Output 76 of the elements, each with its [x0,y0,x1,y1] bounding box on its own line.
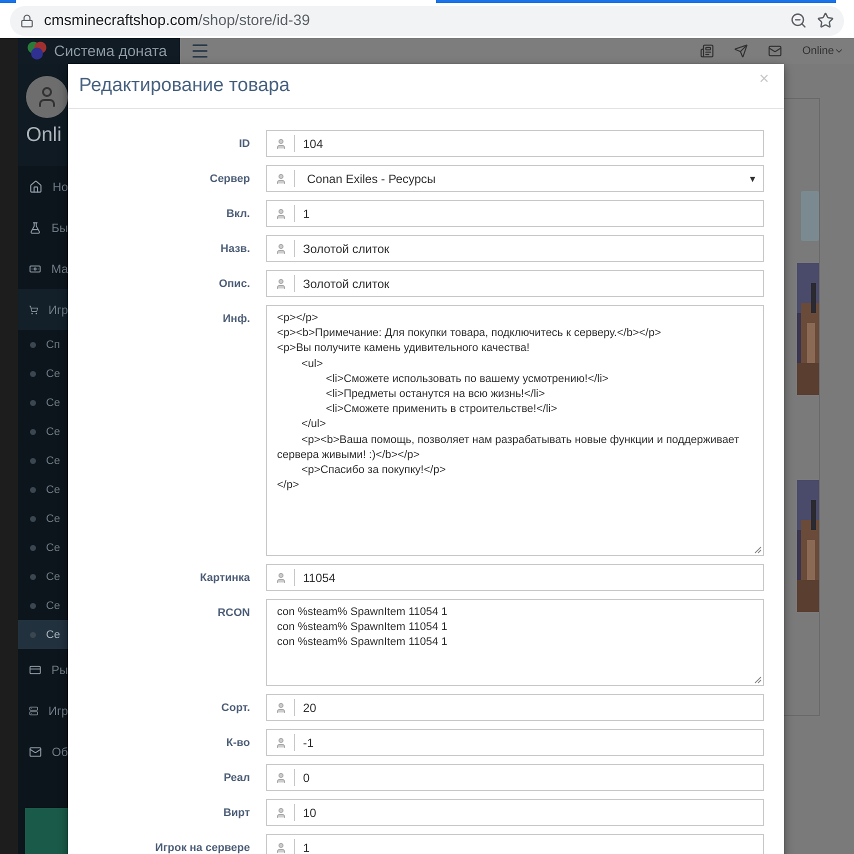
resize-grip-icon[interactable] [754,546,762,554]
field-label: Инф. [222,312,250,327]
user-icon [274,736,286,748]
brand-title: Система доната [54,42,168,60]
sidebar-subitem[interactable]: Се [18,475,68,504]
sidebar-subitem[interactable]: Се [18,533,68,562]
input-field[interactable]: 10 [266,799,764,826]
user-icon [274,172,286,184]
avatar [26,76,68,118]
input-field[interactable]: -1 [266,729,764,756]
input-field[interactable]: Золотой слиток [266,235,764,262]
sidebar-item[interactable]: Но [18,166,68,207]
field-label: К-во [225,736,250,751]
input-field[interactable]: 1 [266,200,764,227]
sidebar-subitem[interactable]: Се [18,388,68,417]
info-box [801,191,819,241]
sidebar-item[interactable]: Ры [18,649,68,690]
field-label: Опис. [218,277,250,292]
sidebar-subitem[interactable]: Се [18,620,68,649]
field-label: Сервер [208,172,250,187]
bookmark-star-icon[interactable] [817,12,834,29]
sidebar-subitem[interactable]: Се [18,591,68,620]
input-field[interactable]: 20 [266,694,764,721]
sidebar-item[interactable]: Игр [18,690,68,731]
news-icon[interactable] [700,44,714,58]
flask-icon [29,220,42,234]
user-name: Onli [26,124,63,147]
select-field[interactable]: Conan Exiles - Ресурсы ▼ [266,165,764,192]
user-icon [274,138,286,150]
zoom-out-icon[interactable] [790,12,807,29]
resize-grip-icon[interactable] [754,676,762,684]
field-label: Игрок на сервере [154,841,250,854]
input-field[interactable]: 0 [266,764,764,791]
logo-icon [26,40,48,62]
field-label: Вкл. [225,207,250,222]
sidebar-subitem[interactable]: Се [18,359,68,388]
field-label: Картинка [199,571,250,586]
user-icon [274,572,286,584]
field-label: RCON [216,606,250,621]
sidebar-subitem[interactable]: Се [18,446,68,475]
field-label: Назв. [220,242,250,257]
sidebar-item[interactable]: Об [18,731,68,772]
mail-icon[interactable] [768,44,782,58]
sidebar-subitem[interactable]: Се [18,562,68,591]
field-label: ID [238,137,250,152]
input-field[interactable]: 104 [266,130,764,157]
sidebar-item[interactable]: Ма [18,248,68,289]
text-area[interactable]: con %steam% SpawnItem 11054 1 con %steam% SpawnItem 11054 1 con %steam% SpawnItem 11054 1 [266,599,764,686]
sidebar-item[interactable]: Игр [18,289,68,330]
user-icon [274,702,286,714]
sidebar-subitem[interactable]: Се [18,417,68,446]
server-icon [29,704,38,718]
input-field[interactable]: 11054 [266,564,764,591]
dropdown-arrow: ▼ [748,174,757,184]
field-label: Сорт. [220,701,250,716]
user-icon [274,278,286,290]
dialog-title: Редактирование товара [79,75,290,97]
input-field[interactable]: Золотой слиток [266,270,764,297]
sidebar-subitem[interactable]: Сп [18,330,68,359]
home-icon [29,180,43,194]
user-icon [274,208,286,220]
sidebar-item[interactable]: Бы [18,207,68,248]
user-icon [274,772,286,784]
mail-icon [29,744,42,758]
field-label: Вирт [222,806,250,821]
text-area[interactable]: <p></p> <p><b>Примечание: Для покупки товара, подключитесь к серверу.</b></p> <p>Вы получите камень удивительного качества! <ul> <li>Сможете использовать по вашему усмотрению!</li> <li>Предметы останутся на всю жизнь!</li> <li>Сможете применить в строительстве!</li> </ul> <p><b>Ваша помощь, позволяет нам разрабатывать новые функции и поддерживает сервера живыми! :)</b></p> <p>Спасибо за покупку!</p> </p> [266,305,764,556]
user-icon [274,806,286,818]
sidebar-subitem[interactable]: Се [18,504,68,533]
lock-icon [20,14,34,28]
field-label: Реал [222,771,250,786]
user-icon [274,842,286,854]
send-icon[interactable] [734,44,748,58]
input-field[interactable]: 1 [266,834,764,854]
address-field[interactable]: cmsminecraftshop.com/shop/store/id-39 [44,12,310,29]
user-status[interactable]: Online [802,45,844,57]
user-icon [274,242,286,254]
